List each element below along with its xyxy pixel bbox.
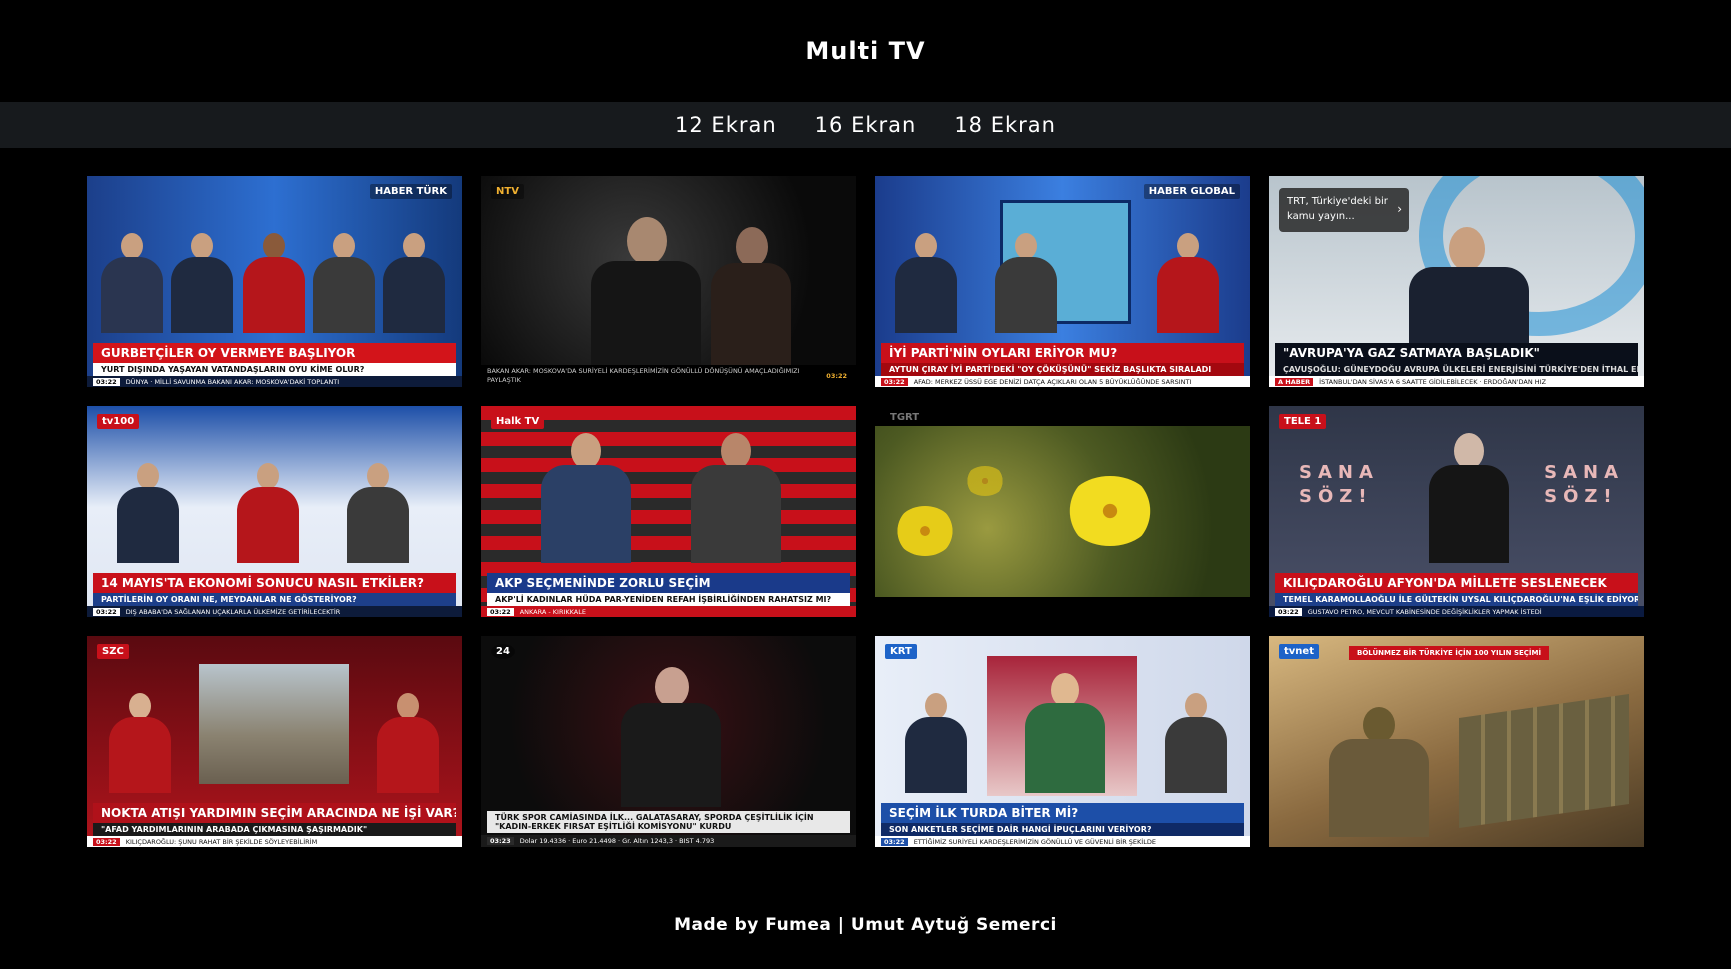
news-subheadline: AKP'Lİ KADINLAR HÜDA PAR-YENİDEN REFAH İ… <box>487 593 850 606</box>
news-subheadline: AYTUN ÇIRAY İYİ PARTİ'DEKİ "OY ÇÖKÜŞÜNÜ"… <box>881 363 1244 376</box>
ticker-text: DÜNYA · MİLLİ SAVUNMA BAKANI AKAR: MOSKO… <box>125 377 340 386</box>
tv-tile-10[interactable]: 24 TÜRK SPOR CAMİASINDA İLK... GALATASAR… <box>481 636 856 847</box>
tv-grid: HABER TÜRK GURBETÇİLER OY VERMEYE BAŞLIY… <box>87 176 1644 847</box>
ticker-clock: 03:23 <box>487 837 514 845</box>
channel-logo: TELE 1 <box>1279 414 1327 429</box>
news-headline: İYİ PARTİ'NİN OYLARI ERİYOR MU? <box>881 343 1244 363</box>
tv-tile-3[interactable]: HABER GLOBAL İYİ PARTİ'NİN OYLARI ERİYOR… <box>875 176 1250 387</box>
ticker-text: ANKARA - KIRIKKALE <box>519 607 586 616</box>
news-subheadline: "AFAD YARDIMLARININ ARABADA ÇIKMASINA ŞA… <box>93 823 456 836</box>
news-subheadline: ÇAVUŞOĞLU: GÜNEYDOĞU AVRUPA ÜLKELERİ ENE… <box>1275 363 1638 376</box>
ticker-clock: 03:22 <box>1275 607 1302 616</box>
flower-image <box>1065 476 1155 546</box>
footer-credit: Made by Fumea | Umut Aytuğ Semerci <box>674 915 1057 935</box>
news-subheadline: TÜRK SPOR CAMİASINDA İLK... GALATASARAY,… <box>487 811 850 833</box>
tv-tile-9[interactable]: SZC NOKTA ATIŞI YARDIMIN SEÇİM ARACINDA … <box>87 636 462 847</box>
news-headline: NOKTA ATIŞI YARDIMIN SEÇİM ARACINDA NE İ… <box>93 803 456 823</box>
info-popup[interactable]: TRT, Türkiye'deki bir kamu yayın... › <box>1279 188 1409 232</box>
ticker-text: KILIÇDAROĞLU: ŞUNU RAHAT BİR ŞEKİLDE SÖY… <box>125 837 318 846</box>
tv-tile-7[interactable]: TGRT <box>875 406 1250 617</box>
ticker-text: Dolar 19.4336 · Euro 21.4498 · Gr. Altın… <box>519 837 715 845</box>
chevron-right-icon: › <box>1397 202 1402 216</box>
news-headline: 14 MAYIS'TA EKONOMİ SONUCU NASIL ETKİLER… <box>93 573 456 593</box>
ticker-clock: 03:22 <box>881 837 908 846</box>
ticker-text: BÖLÜNMEZ BİR TÜRKİYE İÇİN 100 YILIN SEÇİ… <box>1357 649 1542 657</box>
nav-16-ekran[interactable]: 16 Ekran <box>815 113 917 137</box>
tv-tile-4[interactable]: TRT, Türkiye'deki bir kamu yayın... › "AV… <box>1269 176 1644 387</box>
channel-logo: SZC <box>97 644 129 659</box>
news-subheadline: SON ANKETLER SEÇİME DAİR HANGİ İPUÇLARIN… <box>881 823 1244 836</box>
channel-logo: Halk TV <box>491 414 545 429</box>
ticker-clock: 03:22 <box>93 607 120 616</box>
popup-text: TRT, Türkiye'deki bir kamu yayın... <box>1287 196 1388 222</box>
channel-logo: HABER GLOBAL <box>1143 184 1240 199</box>
news-ticker: BAKAN AKAR: MOSKOVA'DA SURİYELİ KARDEŞLE… <box>481 365 856 387</box>
news-ticker: 03:22 GUSTAVO PETRO, MEVCUT KABİNESİNDE D… <box>1269 606 1644 617</box>
ticker-clock: 03:22 <box>93 837 120 846</box>
ticker-text: AFAD: MERKEZ ÜSSÜ EGE DENİZİ DATÇA AÇIKL… <box>913 377 1192 386</box>
channel-logo: NTV <box>491 184 524 199</box>
ticker-text: BAKAN AKAR: MOSKOVA'DA SURİYELİ KARDEŞLE… <box>487 367 800 384</box>
news-ticker: 03:22 ETTİĞİMİZ SURİYELİ KARDEŞLERİMİZİN … <box>875 836 1250 847</box>
news-headline: KILIÇDAROĞLU AFYON'DA MİLLETE SESLENECEK <box>1275 573 1638 593</box>
ticker-clock: 03:22 <box>487 607 514 616</box>
news-headline: AKP SEÇMENİNDE ZORLU SEÇİM <box>487 573 850 593</box>
channel-logo: KRT <box>885 644 917 659</box>
ticker-text: İSTANBUL'DAN SİVAS'A 6 SAATTE GİDİLEBİLE… <box>1319 377 1547 386</box>
nav-18-ekran[interactable]: 18 Ekran <box>954 113 1056 137</box>
news-ticker: A HABER İSTANBUL'DAN SİVAS'A 6 SAATTE GİD… <box>1269 376 1644 387</box>
tv-tile-12[interactable]: tvnet BÖLÜNMEZ BİR TÜRKİYE İÇİN 100 YILI… <box>1269 636 1644 847</box>
ticker-text: GUSTAVO PETRO, MEVCUT KABİNESİNDE DEĞİŞİ… <box>1307 607 1542 616</box>
news-headline: SEÇİM İLK TURDA BİTER Mİ? <box>881 803 1244 823</box>
ticker-text: DIŞ ABABA'DA SAĞLANAN UÇAKLARLA ÜLKEMİZE… <box>125 607 341 616</box>
news-headline: GURBETÇİLER OY VERMEYE BAŞLIYOR <box>93 343 456 363</box>
news-ticker: 03:23 Dolar 19.4336 · Euro 21.4498 · Gr. … <box>481 835 856 847</box>
ticker-text: ETTİĞİMİZ SURİYELİ KARDEŞLERİMİZİN GÖNÜL… <box>913 837 1156 846</box>
news-ticker: 03:22 DÜNYA · MİLLİ SAVUNMA BAKANI AKAR: … <box>87 376 462 387</box>
tv-tile-1[interactable]: HABER TÜRK GURBETÇİLER OY VERMEYE BAŞLIY… <box>87 176 462 387</box>
news-ticker: 03:22 ANKARA - KIRIKKALE <box>481 606 856 617</box>
tv-tile-2[interactable]: NTV BAKAN AKAR: MOSKOVA'DA SURİYELİ KARD… <box>481 176 856 387</box>
news-headline: "AVRUPA'YA GAZ SATMAYA BAŞLADIK" <box>1275 343 1638 363</box>
tv-tile-11[interactable]: KRT SEÇİM İLK TURDA BİTER Mİ? SON ANKETL… <box>875 636 1250 847</box>
news-subheadline: YURT DIŞINDA YAŞAYAN VATANDAŞLARIN OYU K… <box>93 363 456 376</box>
channel-logo: A HABER <box>1275 377 1314 386</box>
tv-tile-6[interactable]: Halk TV AKP SEÇMENİNDE ZORLU SEÇİM AKP'L… <box>481 406 856 617</box>
news-subheadline: TEMEL KARAMOLLAOĞLU İLE GÜLTEKİN UYSAL K… <box>1275 593 1638 606</box>
channel-logo: tvnet <box>1279 644 1319 659</box>
news-ticker: BÖLÜNMEZ BİR TÜRKİYE İÇİN 100 YILIN SEÇİ… <box>1349 646 1550 660</box>
news-subheadline: PARTİLERİN OY ORANI NE, MEYDANLAR NE GÖS… <box>93 593 456 606</box>
nav-12-ekran[interactable]: 12 Ekran <box>675 113 777 137</box>
ticker-clock: 03:22 <box>826 371 847 380</box>
ticker-clock: 03:22 <box>881 377 908 386</box>
channel-logo: tv100 <box>97 414 140 429</box>
news-ticker: 03:22 DIŞ ABABA'DA SAĞLANAN UÇAKLARLA ÜLK… <box>87 606 462 617</box>
tv-tile-8[interactable]: SANA SÖZ! SANA SÖZ! TELE 1 KILIÇDAROĞLU AF… <box>1269 406 1644 617</box>
channel-logo: TGRT <box>890 412 920 423</box>
channel-logo: HABER TÜRK <box>369 184 452 199</box>
screen-count-nav: 12 Ekran 16 Ekran 18 Ekran <box>0 102 1731 148</box>
news-ticker: 03:22 KILIÇDAROĞLU: ŞUNU RAHAT BİR ŞEKİLD… <box>87 836 462 847</box>
channel-logo: 24 <box>491 644 515 659</box>
ticker-clock: 03:22 <box>93 377 120 386</box>
app-title: Multi TV <box>805 37 926 65</box>
news-ticker: 03:22 AFAD: MERKEZ ÜSSÜ EGE DENİZİ DATÇA … <box>875 376 1250 387</box>
tv-tile-5[interactable]: tv100 14 MAYIS'TA EKONOMİ SONUCU NASIL E… <box>87 406 462 617</box>
